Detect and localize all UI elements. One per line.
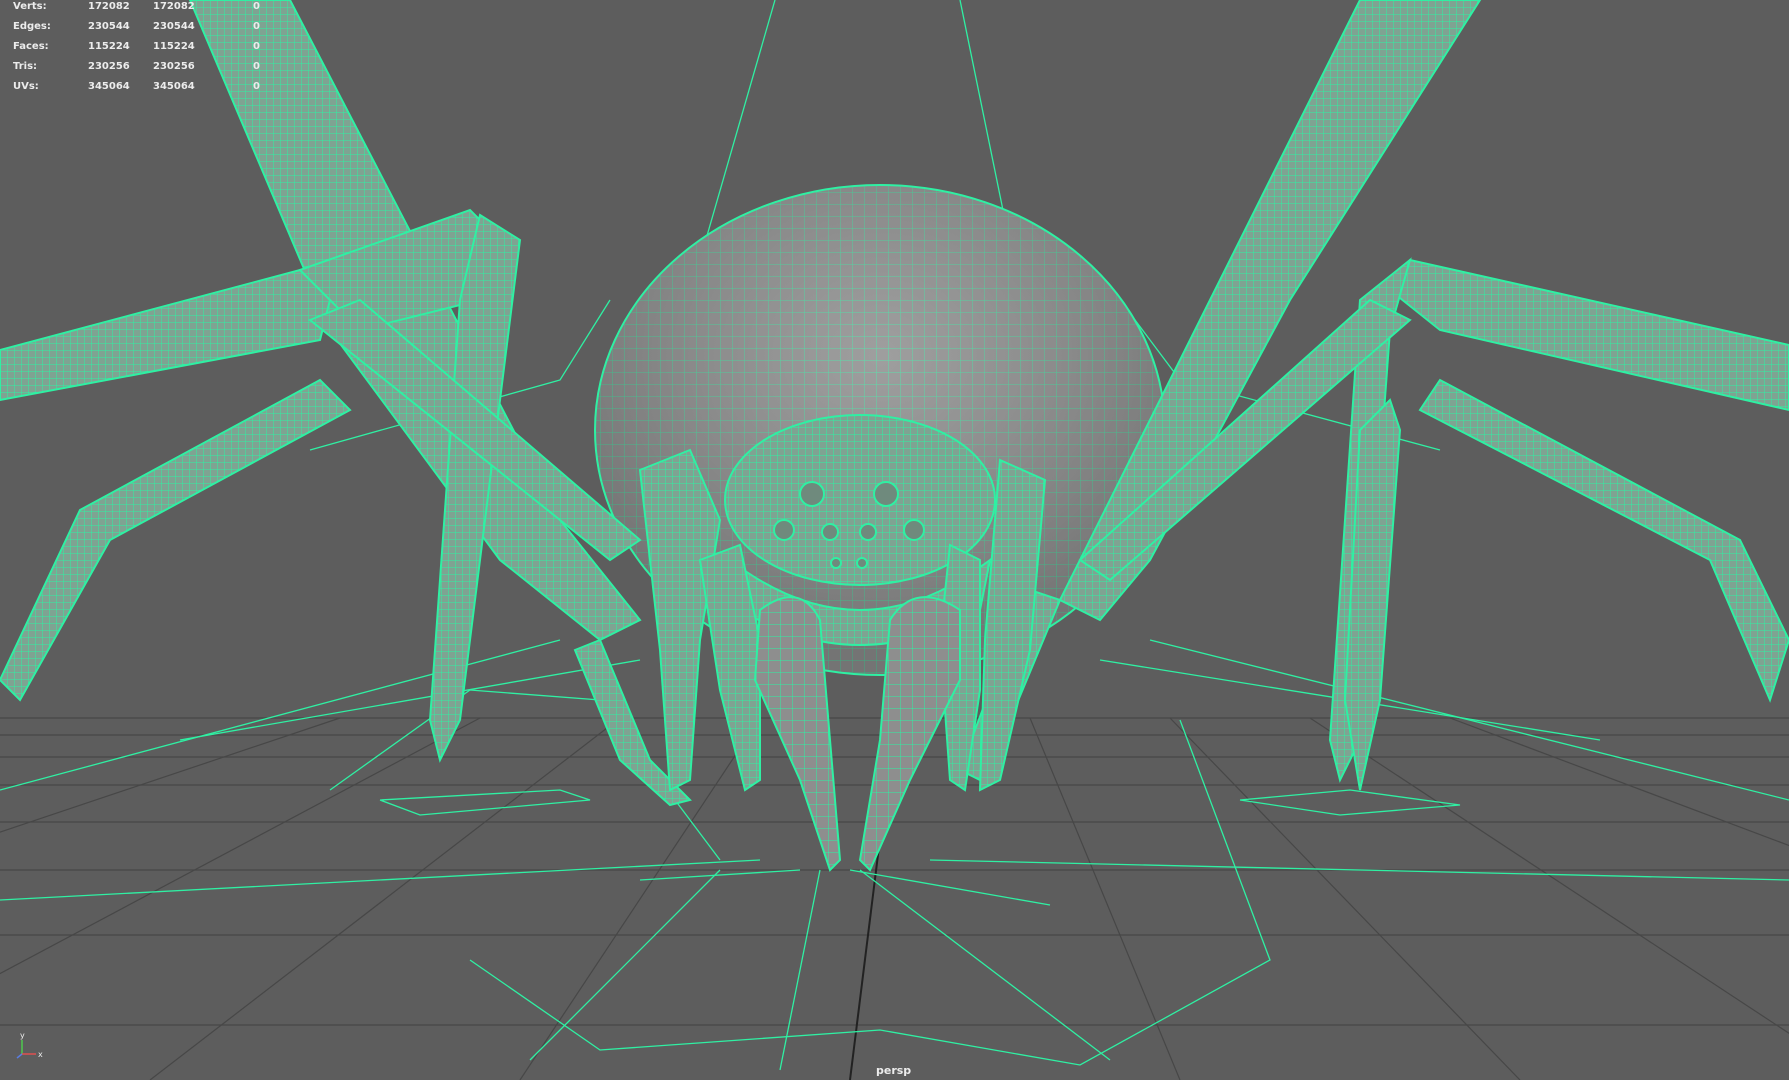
hud-value: 172082 (153, 1, 195, 12)
hud-row-tris: Tris: 230256 230256 0 (0, 60, 270, 80)
hud-value: 230544 (153, 21, 195, 32)
axis-x-label: x (38, 1050, 43, 1059)
hud-row-uvs: UVs: 345064 345064 0 (0, 80, 270, 100)
hud-row-verts: Verts: 172082 172082 0 (0, 0, 270, 20)
hud-label: Edges: (13, 21, 51, 32)
hud-row-edges: Edges: 230544 230544 0 (0, 20, 270, 40)
hud-value: 0 (253, 21, 260, 32)
hud-value: 345064 (88, 81, 130, 92)
axis-y-label: y (20, 1031, 25, 1040)
hud-label: Tris: (13, 61, 38, 72)
hud-value: 0 (253, 81, 260, 92)
axis-gizmo-icon: y x (16, 1031, 43, 1059)
hud-value: 172082 (88, 1, 130, 12)
camera-name-label: persp (876, 1064, 912, 1077)
hud-label: UVs: (13, 81, 39, 92)
hud-value: 115224 (153, 41, 195, 52)
hud-value: 0 (253, 61, 260, 72)
maya-viewport-persp[interactable]: Verts: 172082 172082 0 Edges: 230544 230… (0, 0, 1789, 1080)
hud-label: Faces: (13, 41, 49, 52)
scene-3d-view[interactable] (0, 0, 1789, 1080)
hud-value: 0 (253, 41, 260, 52)
hud-value: 0 (253, 1, 260, 12)
hud-value: 115224 (88, 41, 130, 52)
hud-row-faces: Faces: 115224 115224 0 (0, 40, 270, 60)
heads-up-display-poly-count: Verts: 172082 172082 0 Edges: 230544 230… (0, 0, 270, 100)
hud-value: 230256 (88, 61, 130, 72)
axis-z-line (16, 1053, 23, 1059)
hud-value: 230256 (153, 61, 195, 72)
hud-value: 230544 (88, 21, 130, 32)
hud-value: 345064 (153, 81, 195, 92)
hud-label: Verts: (13, 1, 47, 12)
